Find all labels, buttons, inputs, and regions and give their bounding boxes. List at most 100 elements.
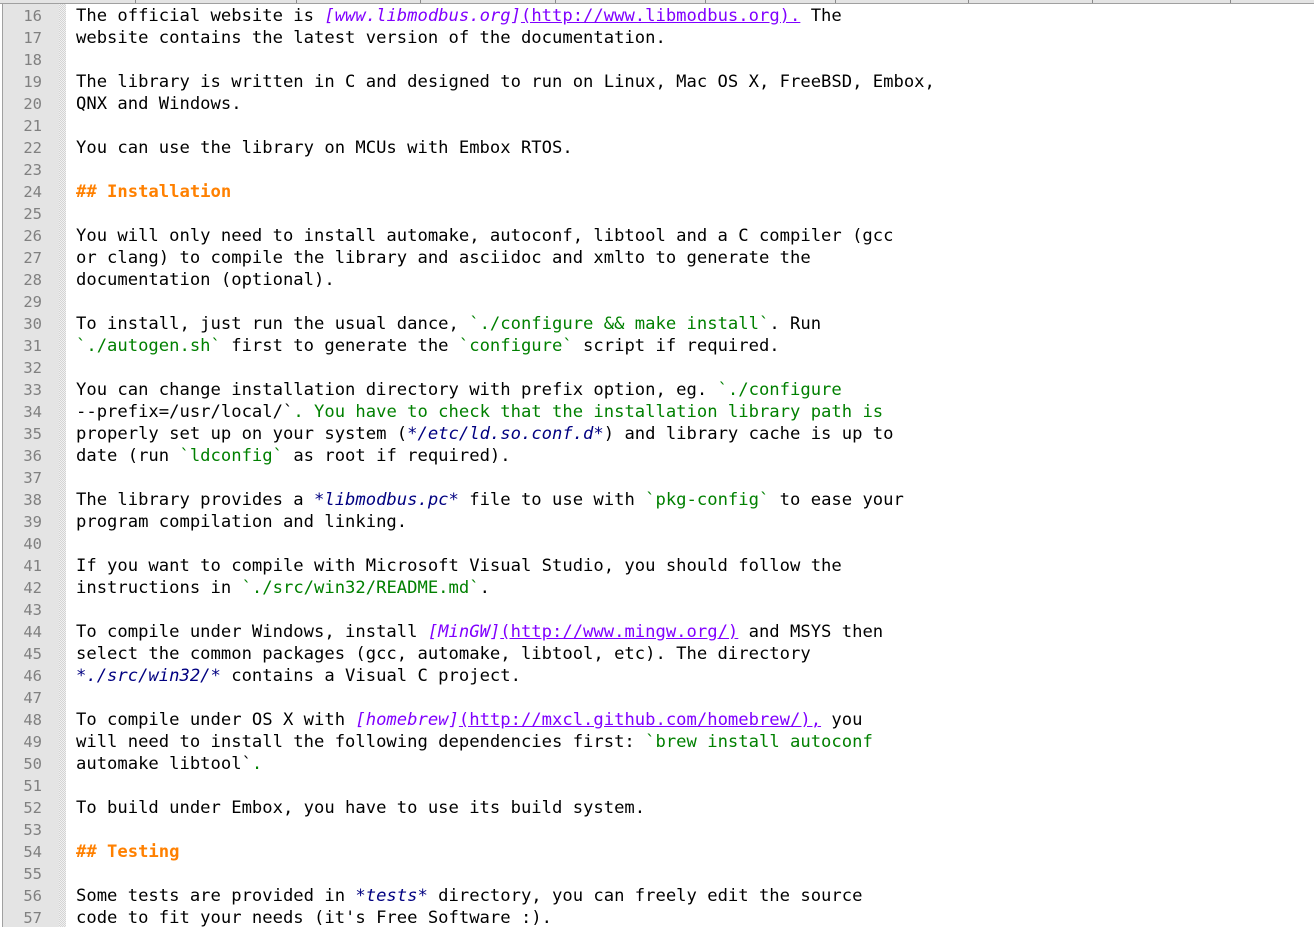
editor-line[interactable]: 32 bbox=[0, 357, 1314, 379]
editor-line[interactable]: 45 select the common packages (gcc, autom… bbox=[0, 643, 1314, 665]
line-number: 26 bbox=[23, 227, 42, 245]
line-number: 28 bbox=[23, 271, 42, 289]
editor-line[interactable]: 28 documentation (optional). bbox=[0, 269, 1314, 291]
text-segment: program compilation and linking. bbox=[76, 512, 408, 532]
line-number: 19 bbox=[23, 73, 42, 91]
line-text: To build under Embox, you have to use it… bbox=[76, 797, 645, 819]
editor-line[interactable]: 53 bbox=[0, 819, 1314, 841]
text-segment: To compile under Windows, install bbox=[76, 622, 428, 642]
line-number: 50 bbox=[23, 755, 42, 773]
line-number: 30 bbox=[23, 315, 42, 333]
editor-line[interactable]: 56 Some tests are provided in *tests* dir… bbox=[0, 885, 1314, 907]
editor-line[interactable]: 34 --prefix=/usr/local/`. You have to che… bbox=[0, 401, 1314, 423]
editor-line[interactable]: 54 ## Testing bbox=[0, 841, 1314, 863]
editor-line[interactable]: 26 You will only need to install automake… bbox=[0, 225, 1314, 247]
text-segment: The library provides a bbox=[76, 490, 314, 510]
link-text: [MinGW] bbox=[427, 622, 501, 642]
text-segment: properly set up on your system ( bbox=[76, 424, 408, 444]
editor-line[interactable]: 27 or clang) to compile the library and a… bbox=[0, 247, 1314, 269]
line-text: --prefix=/usr/local/`. You have to check… bbox=[76, 401, 883, 423]
editor-line[interactable]: 24 ## Installation bbox=[0, 181, 1314, 203]
line-number: 25 bbox=[23, 205, 42, 223]
text-segment: To compile under OS X with bbox=[76, 710, 356, 730]
editor-line[interactable]: 29 bbox=[0, 291, 1314, 313]
line-text: website contains the latest version of t… bbox=[76, 27, 666, 49]
text-segment: instructions in bbox=[76, 578, 242, 598]
link-text: [www.libmodbus.org] bbox=[324, 6, 521, 26]
line-text: ## Installation bbox=[76, 181, 231, 203]
editor-line[interactable]: 36 date (run `ldconfig` as root if requir… bbox=[0, 445, 1314, 467]
inline-code: `brew install autoconf bbox=[645, 732, 873, 752]
editor-line[interactable]: 20 QNX and Windows. bbox=[0, 93, 1314, 115]
editor-line[interactable]: 30 To install, just run the usual dance, … bbox=[0, 313, 1314, 335]
link-url[interactable]: (http://www.mingw.org/) bbox=[500, 622, 738, 642]
link-url[interactable]: (http://mxcl.github.com/homebrew/), bbox=[459, 710, 821, 730]
section-header: ## Testing bbox=[76, 842, 180, 862]
line-number: 17 bbox=[23, 29, 42, 47]
editor-line[interactable]: 51 bbox=[0, 775, 1314, 797]
editor-line[interactable]: 31 `./autogen.sh` first to generate the `… bbox=[0, 335, 1314, 357]
editor-line[interactable]: 42 instructions in `./src/win32/README.md… bbox=[0, 577, 1314, 599]
editor-line[interactable]: 49 will need to install the following dep… bbox=[0, 731, 1314, 753]
editor-line[interactable]: 44 To compile under Windows, install [Min… bbox=[0, 621, 1314, 643]
editor-line[interactable]: 47 bbox=[0, 687, 1314, 709]
editor-line[interactable]: 46 *./src/win32/* contains a Visual C pro… bbox=[0, 665, 1314, 687]
editor-line[interactable]: 16 The official website is [www.libmodbus… bbox=[0, 5, 1314, 27]
line-text: You can use the library on MCUs with Emb… bbox=[76, 137, 573, 159]
editor-line[interactable]: 25 bbox=[0, 203, 1314, 225]
line-text: instructions in `./src/win32/README.md`. bbox=[76, 577, 490, 599]
line-number: 23 bbox=[23, 161, 42, 179]
inline-code: `pkg-config` bbox=[645, 490, 770, 510]
inline-code: `./configure bbox=[717, 380, 842, 400]
line-text: Some tests are provided in *tests* direc… bbox=[76, 885, 862, 907]
section-header: ## Installation bbox=[76, 182, 232, 202]
line-number: 56 bbox=[23, 887, 42, 905]
editor-line[interactable]: 21 bbox=[0, 115, 1314, 137]
editor-line[interactable]: 38 The library provides a *libmodbus.pc* … bbox=[0, 489, 1314, 511]
emphasis-text: *tests* bbox=[355, 886, 428, 906]
editor-line[interactable]: 57 code to fit your needs (it's Free Soft… bbox=[0, 907, 1314, 929]
line-number: 37 bbox=[23, 469, 42, 487]
line-text: *./src/win32/* contains a Visual C proje… bbox=[76, 665, 521, 687]
text-segment: as root if required). bbox=[282, 446, 511, 466]
editor-line[interactable]: 40 bbox=[0, 533, 1314, 555]
line-text: To install, just run the usual dance, `.… bbox=[76, 313, 821, 335]
editor-line[interactable]: 33 You can change installation directory … bbox=[0, 379, 1314, 401]
editor-line[interactable]: 43 bbox=[0, 599, 1314, 621]
editor-line[interactable]: 52 To build under Embox, you have to use … bbox=[0, 797, 1314, 819]
editor-line[interactable]: 17 website contains the latest version of… bbox=[0, 27, 1314, 49]
emphasis-text: *libmodbus.pc* bbox=[314, 490, 459, 510]
editor-line[interactable]: 35 properly set up on your system (*/etc/… bbox=[0, 423, 1314, 445]
line-number: 47 bbox=[23, 689, 42, 707]
link-url[interactable]: (http://www.libmodbus.org). bbox=[521, 6, 800, 26]
text-segment: code to fit your needs (it's Free Softwa… bbox=[76, 908, 552, 928]
line-number: 49 bbox=[23, 733, 42, 751]
editor-line[interactable]: 48 To compile under OS X with [homebrew](… bbox=[0, 709, 1314, 731]
inline-code: `./autogen.sh` bbox=[76, 336, 221, 356]
editor-line[interactable]: 55 bbox=[0, 863, 1314, 885]
editor-line[interactable]: 22 You can use the library on MCUs with E… bbox=[0, 137, 1314, 159]
link-text: [homebrew] bbox=[355, 710, 459, 730]
line-number: 40 bbox=[23, 535, 42, 553]
text-segment: The bbox=[800, 6, 842, 26]
text-segment: Some tests are provided in bbox=[76, 886, 356, 906]
editor-line[interactable]: 39 program compilation and linking. bbox=[0, 511, 1314, 533]
line-text: QNX and Windows. bbox=[76, 93, 242, 115]
line-text: To compile under OS X with [homebrew](ht… bbox=[76, 709, 862, 731]
line-text: The library provides a *libmodbus.pc* fi… bbox=[76, 489, 904, 511]
editor-line[interactable]: 19 The library is written in C and design… bbox=[0, 71, 1314, 93]
text-segment: To build under Embox, you have to use it… bbox=[76, 798, 646, 818]
editor-text-area[interactable]: 16 The official website is [www.libmodbus… bbox=[0, 5, 1314, 929]
editor-line[interactable]: 18 bbox=[0, 49, 1314, 71]
line-number: 51 bbox=[23, 777, 42, 795]
editor-line[interactable]: 41 If you want to compile with Microsoft … bbox=[0, 555, 1314, 577]
line-number: 16 bbox=[23, 7, 42, 25]
editor-line[interactable]: 37 bbox=[0, 467, 1314, 489]
text-segment: If you want to compile with Microsoft Vi… bbox=[76, 556, 842, 576]
line-number: 35 bbox=[23, 425, 42, 443]
line-text: To compile under Windows, install [MinGW… bbox=[76, 621, 883, 643]
editor-line[interactable]: 23 bbox=[0, 159, 1314, 181]
line-number: 21 bbox=[23, 117, 42, 135]
line-text: program compilation and linking. bbox=[76, 511, 407, 533]
editor-line[interactable]: 50 automake libtool`. bbox=[0, 753, 1314, 775]
